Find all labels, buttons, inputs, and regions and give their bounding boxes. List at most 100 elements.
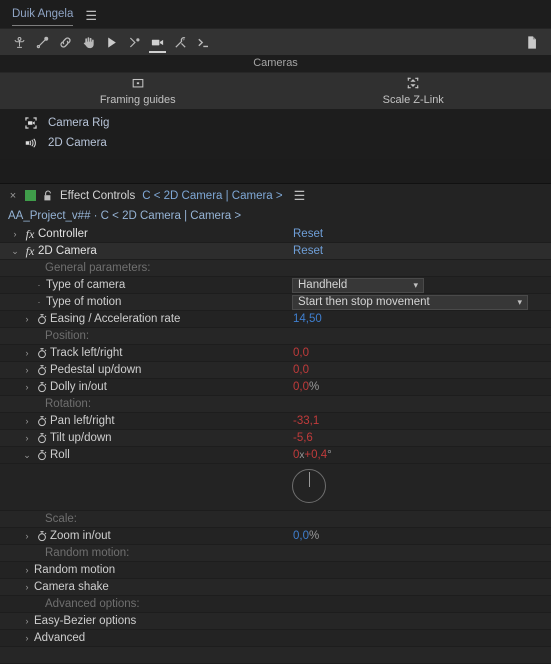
scale-zlink-icon <box>406 76 420 93</box>
chevron-down-icon[interactable]: ⌄ <box>8 246 22 257</box>
reset-link-controller[interactable]: Reset <box>293 228 323 240</box>
stopwatch-icon[interactable] <box>34 381 50 393</box>
chevron-right-icon[interactable]: › <box>20 433 34 443</box>
param-row-dolly[interactable]: › Dolly in/out 0,0% <box>0 379 551 396</box>
chevron-right-icon[interactable]: › <box>8 229 22 239</box>
param-row-type-of-motion[interactable]: · Type of motion Start then stop movemen… <box>0 294 551 311</box>
lock-icon[interactable] <box>43 190 53 202</box>
param-value-dolly[interactable]: 0,0% <box>293 381 319 393</box>
2d-camera-icon <box>22 136 40 150</box>
hamburger-menu-icon[interactable]: ☰ <box>85 9 97 22</box>
group-header-rotation: Rotation: <box>0 396 551 413</box>
stopwatch-icon[interactable] <box>34 364 50 376</box>
chevron-right-icon[interactable]: › <box>20 365 34 375</box>
param-row-easing[interactable]: › Easing / Acceleration rate 14,50 <box>0 311 551 328</box>
param-label-easing: Easing / Acceleration rate <box>50 313 180 325</box>
group-header-advanced-options: Advanced options: <box>0 596 551 613</box>
effect-name-controller: Controller <box>38 228 88 240</box>
roll-angle-dial-area <box>0 464 551 511</box>
param-row-type-of-camera[interactable]: · Type of camera Handheld ▾ <box>0 277 551 294</box>
cameras-section-title: Cameras <box>0 55 551 72</box>
param-label-pedestal: Pedestal up/down <box>50 364 141 376</box>
stopwatch-icon[interactable] <box>34 449 50 461</box>
group-label-rotation: Rotation: <box>0 398 91 410</box>
chevron-right-icon[interactable]: › <box>20 314 34 324</box>
effect-row-2d-camera[interactable]: ⌄ fx 2D Camera Reset <box>0 243 551 260</box>
group-label-general: General parameters: <box>0 262 150 274</box>
panel-divider <box>0 159 551 183</box>
effect-row-controller[interactable]: › fx Controller Reset <box>0 226 551 243</box>
param-row-advanced[interactable]: › Advanced <box>0 630 551 647</box>
type-of-motion-dropdown[interactable]: Start then stop movement ▾ <box>292 295 528 310</box>
param-value-zoom-number: 0,0 <box>293 530 309 542</box>
tools-icon[interactable] <box>169 31 192 54</box>
chevron-right-icon[interactable]: › <box>20 616 34 626</box>
stopwatch-icon[interactable] <box>34 415 50 427</box>
stopwatch-icon[interactable] <box>34 347 50 359</box>
scale-zlink-button[interactable]: Scale Z-Link <box>276 73 551 109</box>
param-label-zoom: Zoom in/out <box>50 530 111 542</box>
param-value-easing[interactable]: 14,50 <box>293 313 322 325</box>
panel-subject: C < 2D Camera | Camera > <box>142 190 282 202</box>
keyframe-icon[interactable] <box>123 31 146 54</box>
param-label-roll: Roll <box>50 449 70 461</box>
camera-rig-item[interactable]: Camera Rig <box>0 113 551 133</box>
param-value-pedestal[interactable]: 0,0 <box>293 364 309 376</box>
2d-camera-item[interactable]: 2D Camera <box>0 133 551 153</box>
param-value-tilt[interactable]: -5,6 <box>293 432 313 444</box>
group-header-random-motion: Random motion: <box>0 545 551 562</box>
document-icon[interactable] <box>520 31 543 54</box>
param-row-camera-shake[interactable]: › Camera shake <box>0 579 551 596</box>
stopwatch-icon[interactable] <box>34 530 50 542</box>
chevron-down-icon: ▾ <box>517 297 522 308</box>
type-of-camera-dropdown[interactable]: Handheld ▾ <box>292 278 424 293</box>
param-row-pedestal[interactable]: › Pedestal up/down 0,0 <box>0 362 551 379</box>
hamburger-menu-icon[interactable]: ☰ <box>294 189 306 202</box>
camera-rig-icon <box>22 116 40 130</box>
play-icon[interactable] <box>100 31 123 54</box>
link-icon[interactable] <box>54 31 77 54</box>
duik-tabbar: Duik Angela ☰ <box>0 0 551 28</box>
param-row-random-motion[interactable]: › Random motion <box>0 562 551 579</box>
angle-dial[interactable] <box>292 469 326 503</box>
param-row-tilt[interactable]: › Tilt up/down -5,6 <box>0 430 551 447</box>
param-unit-zoom: % <box>309 530 319 542</box>
2d-camera-label: 2D Camera <box>48 137 107 149</box>
duik-panel: Duik Angela ☰ <box>0 0 551 159</box>
param-label-pan: Pan left/right <box>50 415 115 427</box>
framing-guides-button[interactable]: Framing guides <box>0 73 276 109</box>
close-icon[interactable]: × <box>8 190 18 202</box>
param-unit-roll: ° <box>327 449 332 461</box>
chevron-right-icon[interactable]: › <box>20 531 34 541</box>
stopwatch-icon[interactable] <box>34 313 50 325</box>
param-value-pan[interactable]: -33,1 <box>293 415 319 427</box>
param-value-track[interactable]: 0,0 <box>293 347 309 359</box>
type-of-motion-value: Start then stop movement <box>298 296 511 308</box>
chevron-right-icon[interactable]: › <box>20 416 34 426</box>
bone-icon[interactable] <box>31 31 54 54</box>
param-value-roll[interactable]: 0x+0,4° <box>293 449 332 461</box>
chevron-right-icon[interactable]: › <box>20 565 34 575</box>
reset-link-2d-camera[interactable]: Reset <box>293 245 323 257</box>
tab-duik-angela[interactable]: Duik Angela <box>12 8 73 26</box>
effect-controls-tabbar: × Effect Controls C < 2D Camera | Camera… <box>0 183 551 207</box>
chevron-right-icon[interactable]: › <box>20 582 34 592</box>
chevron-right-icon[interactable]: › <box>20 633 34 643</box>
param-row-roll[interactable]: ⌄ Roll 0x+0,4° <box>0 447 551 464</box>
camera-icon[interactable] <box>146 31 169 54</box>
group-header-general: General parameters: <box>0 260 551 277</box>
console-icon[interactable] <box>192 31 215 54</box>
rigging-icon[interactable] <box>8 31 31 54</box>
hand-icon[interactable] <box>77 31 100 54</box>
chevron-down-icon[interactable]: ⌄ <box>20 450 34 461</box>
param-row-easy-bezier[interactable]: › Easy-Bezier options <box>0 613 551 630</box>
chevron-right-icon[interactable]: › <box>20 348 34 358</box>
param-row-zoom[interactable]: › Zoom in/out 0,0% <box>0 528 551 545</box>
param-value-zoom[interactable]: 0,0% <box>293 530 319 542</box>
param-row-pan[interactable]: › Pan left/right -33,1 <box>0 413 551 430</box>
group-label-scale: Scale: <box>0 513 77 525</box>
panel-title: Effect Controls <box>60 190 135 202</box>
param-row-track[interactable]: › Track left/right 0,0 <box>0 345 551 362</box>
stopwatch-icon[interactable] <box>34 432 50 444</box>
chevron-right-icon[interactable]: › <box>20 382 34 392</box>
